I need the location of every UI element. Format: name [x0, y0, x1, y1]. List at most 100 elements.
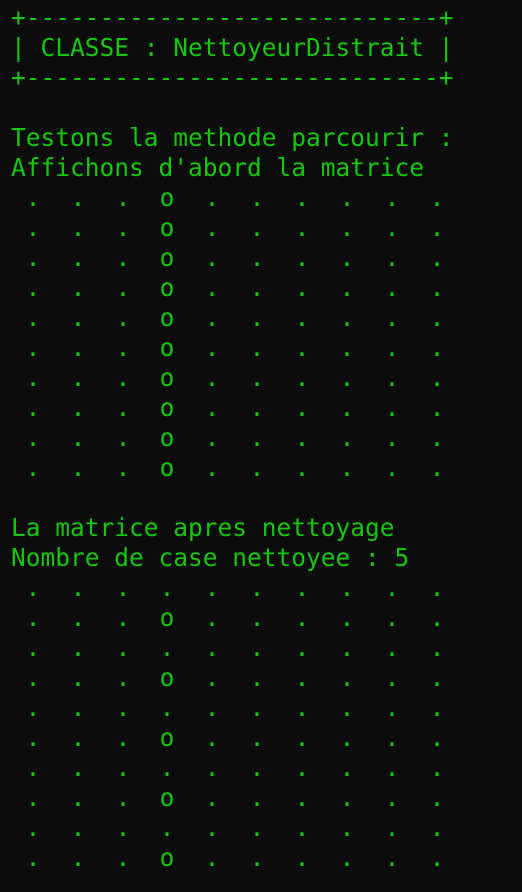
- matrix-before-cell: .: [249, 243, 265, 272]
- matrix-before-cell: .: [115, 183, 131, 212]
- matrix-before-cell: .: [249, 183, 265, 212]
- matrix-after-cell: .: [159, 573, 175, 602]
- matrix-before-cell: .: [70, 453, 86, 482]
- matrix-after-cell: .: [115, 633, 131, 662]
- matrix-before-cell: .: [25, 453, 41, 482]
- matrix-after-cell: .: [294, 783, 310, 812]
- matrix-before-cell: .: [115, 243, 131, 272]
- matrix-after-cell: .: [429, 573, 445, 602]
- matrix-before-cell: .: [115, 363, 131, 392]
- header-title: | CLASSE : NettoyeurDistrait |: [11, 33, 454, 62]
- matrix-before-cell: .: [70, 363, 86, 392]
- matrix-before-cell: .: [70, 243, 86, 272]
- matrix-after-cell: .: [339, 693, 355, 722]
- matrix-before-cell: .: [294, 213, 310, 242]
- matrix-after-cell: .: [25, 813, 41, 842]
- matrix-before-cell: .: [25, 333, 41, 362]
- matrix-before-cell: .: [204, 453, 220, 482]
- matrix-before-cell: .: [294, 393, 310, 422]
- matrix-before-cell: .: [339, 273, 355, 302]
- matrix-before-cell: .: [339, 393, 355, 422]
- matrix-after-cell: .: [294, 573, 310, 602]
- matrix-after-cell: .: [294, 633, 310, 662]
- matrix-after-cell: .: [70, 663, 86, 692]
- matrix-after-cell: .: [294, 693, 310, 722]
- matrix-before-cell: .: [384, 453, 400, 482]
- matrix-after-cell: .: [204, 813, 220, 842]
- matrix-before-cell: .: [70, 423, 86, 452]
- matrix-before-cell: .: [204, 423, 220, 452]
- after-line-2: Nombre de case nettoyee : 5: [11, 543, 410, 572]
- matrix-before-cell: .: [384, 183, 400, 212]
- matrix-before-row: ... o......: [0, 423, 522, 453]
- matrix-before-cell: .: [429, 243, 445, 272]
- matrix-after-cell: .: [159, 813, 175, 842]
- matrix-before-cell: .: [25, 213, 41, 242]
- matrix-after-cell: .: [429, 813, 445, 842]
- matrix-after-cell: .: [204, 843, 220, 872]
- matrix-after-cell: .: [204, 603, 220, 632]
- matrix-after-cell: .: [294, 723, 310, 752]
- matrix-before-cell: o: [159, 363, 175, 392]
- matrix-before-cell: o: [159, 303, 175, 332]
- matrix-before-cell: .: [429, 363, 445, 392]
- matrix-after-cell: .: [384, 843, 400, 872]
- matrix-before-row: ... o......: [0, 303, 522, 333]
- intro-line-2: Affichons d'abord la matrice: [11, 153, 425, 182]
- matrix-after-cell: .: [25, 603, 41, 632]
- matrix-after-cell: .: [429, 663, 445, 692]
- matrix-before-cell: .: [294, 423, 310, 452]
- matrix-after-cell: .: [70, 753, 86, 782]
- after-line-1: La matrice apres nettoyage: [11, 513, 395, 542]
- matrix-before-cell: o: [159, 213, 175, 242]
- matrix-after-cell: .: [159, 693, 175, 722]
- matrix-before-cell: .: [384, 273, 400, 302]
- matrix-after-row: ... o......: [0, 663, 522, 693]
- matrix-before-cell: .: [384, 423, 400, 452]
- matrix-before-cell: .: [429, 273, 445, 302]
- matrix-after-cell: .: [249, 813, 265, 842]
- matrix-before-cell: .: [294, 273, 310, 302]
- matrix-after-cell: .: [429, 693, 445, 722]
- matrix-after-cell: o: [159, 663, 175, 692]
- matrix-before-cell: .: [204, 393, 220, 422]
- matrix-after-cell: .: [429, 753, 445, 782]
- matrix-before-cell: o: [159, 243, 175, 272]
- matrix-after-cell: .: [204, 693, 220, 722]
- matrix-after-cell: .: [249, 783, 265, 812]
- matrix-before-cell: .: [115, 303, 131, 332]
- matrix-before-cell: .: [429, 393, 445, 422]
- matrix-after-cell: .: [70, 693, 86, 722]
- matrix-after-cell: .: [115, 663, 131, 692]
- matrix-after-cell: .: [204, 783, 220, 812]
- matrix-before-cell: .: [25, 423, 41, 452]
- matrix-before-cell: .: [249, 453, 265, 482]
- terminal-window: +----------------------------+ | CLASSE …: [0, 0, 522, 892]
- matrix-before-cell: .: [294, 333, 310, 362]
- matrix-before-cell: .: [204, 213, 220, 242]
- matrix-before-cell: .: [294, 453, 310, 482]
- matrix-after-cell: .: [25, 723, 41, 752]
- matrix-after-cell: .: [384, 693, 400, 722]
- matrix-before-cell: .: [294, 303, 310, 332]
- matrix-after-cell: .: [339, 723, 355, 752]
- matrix-before-cell: .: [384, 213, 400, 242]
- matrix-before-cell: .: [384, 393, 400, 422]
- matrix-after-cell: .: [384, 753, 400, 782]
- matrix-before-cell: .: [25, 363, 41, 392]
- matrix-after-cell: .: [204, 753, 220, 782]
- matrix-after-cell: .: [115, 813, 131, 842]
- matrix-before-row: ... o......: [0, 273, 522, 303]
- matrix-after-cell: .: [384, 813, 400, 842]
- matrix-before-cell: .: [429, 453, 445, 482]
- matrix-before-cell: .: [204, 183, 220, 212]
- matrix-after-cell: .: [249, 603, 265, 632]
- matrix-after-cell: .: [384, 783, 400, 812]
- matrix-after-cell: .: [339, 603, 355, 632]
- matrix-before-cell: .: [249, 303, 265, 332]
- matrix-before-cell: .: [115, 423, 131, 452]
- matrix-before-cell: .: [25, 393, 41, 422]
- matrix-before-cell: .: [70, 333, 86, 362]
- matrix-after-cell: .: [294, 663, 310, 692]
- matrix-after-cell: .: [249, 723, 265, 752]
